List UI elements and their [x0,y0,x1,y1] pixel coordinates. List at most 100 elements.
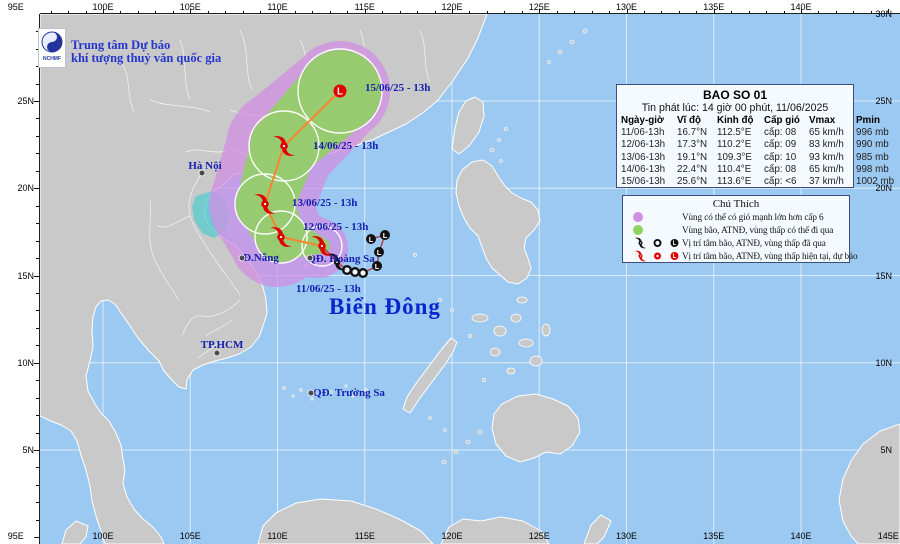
legend-icons: L [626,248,682,264]
past-circle-open-symbol [358,268,368,278]
table-col-header: Kinh độ [717,115,754,126]
axis-tick [34,275,39,277]
legend-lcircle-glyph: L [670,239,679,247]
agency-logo: NCHMF [38,28,66,68]
axis-tick [36,467,39,469]
axis-tick [36,502,39,504]
agency-name-line2: khí tượng thuỷ văn quốc gia [71,51,222,65]
axis-tick [36,258,39,260]
axis-tick [539,9,541,14]
legend-item-label: Vị trí tâm bão, ATNĐ, vùng thấp hiện tại… [682,250,858,261]
axis-label-bottom: 105E [179,531,201,541]
axis-tick [36,240,39,242]
past-lcircle-symbol: L [380,230,390,240]
axis-tick [783,11,785,14]
axis-tick [260,11,262,14]
table-cell: 13/06-13h [621,151,666,163]
table-cell: 998 mb [856,163,889,175]
track-date-label: 14/06/25 - 13h [313,140,379,152]
axis-label-left: 5N [22,445,34,455]
table-cell: cấp: 08 [764,163,797,175]
legend-item: L Vị trí tâm bão, ATNĐ, vùng thấp hiện t… [626,248,858,264]
axis-label-bottom: 110E [267,531,288,541]
track-date-label: 15/06/25 - 13h [365,82,431,94]
axis-tick [643,11,645,14]
axis-tick [242,11,244,14]
axis-tick [137,11,139,14]
table-cell: 113.6°E [717,176,752,188]
axis-tick [36,118,39,120]
svg-text:L: L [383,231,388,240]
axis-label-right: 30N [875,8,892,19]
axis-tick [36,292,39,294]
axis-tick [801,9,802,14]
axis-tick [36,380,39,382]
legend-lcircle-icon: L [670,251,679,260]
axis-label-bottom: 120E [441,531,463,541]
place-label: QĐ. Hoàng Sa [307,253,375,265]
table-cell: 110.2°E [717,139,752,151]
axis-tick [155,11,157,14]
legend-item-label: Vùng có thể có gió mạnh lớn hơn cấp 6 [682,212,824,223]
axis-label-bottom: 95E [7,531,24,541]
axis-label-right: 10N [875,357,892,368]
table-col-header: Pmin [856,115,880,126]
forecast-table-rows: 11/06-13h 16.7°N 112.5°E cấp: 08 65 km/h 996 … [621,127,894,188]
axis-label-bottom: 140E [790,531,812,541]
axis-tick [870,11,872,14]
forecast-table-row: 11/06-13h 16.7°N 112.5°E cấp: 08 65 km/h 996 … [621,127,889,139]
axis-tick [574,11,576,14]
axis-tick [36,432,39,434]
legend-circle-dot-icon [653,252,662,260]
axis-tick [486,11,488,14]
axis-tick [521,11,523,14]
axis-tick [120,11,122,14]
axis-tick [696,11,698,14]
place-marker-dot [306,254,314,262]
axis-tick [661,11,663,14]
axis-tick [36,205,39,207]
table-cell: 109.3°E [717,151,752,163]
axis-label-bottom: 145E [877,531,899,541]
axis-label-right: 15N [875,270,892,281]
axis-tick [36,519,39,521]
axis-tick [312,11,314,14]
axis-tick [34,101,39,102]
table-cell: 990 mb [856,139,889,151]
table-cell: 17.3°N [677,139,708,151]
table-cell: cấp: 08 [764,127,797,139]
legend-area-swatch [633,225,643,236]
place-marker-dot [307,389,315,397]
table-cell: 110.4°E [717,163,752,175]
map-canvas: L L L L L [40,14,900,544]
svg-text:L: L [673,254,677,260]
forecast-table-row: 14/06-13h 22.4°N 110.4°E cấp: 08 65 km/h 998 … [621,163,889,176]
storm-forecast-map: L L L L L 95E 100E 105E 110E 115E 120E 1… [0,0,900,544]
table-cell: 83 km/h [809,139,844,151]
place-marker-dot [213,349,221,357]
table-cell: 11/06-13h [621,127,665,139]
axis-tick [36,170,39,172]
axis-tick [469,11,471,14]
track-date-label: 13/06/25 - 13h [292,197,358,209]
table-cell: 15/06-13h [621,176,666,188]
axis-label-left: 20N [17,183,34,194]
axis-tick [347,11,349,14]
axis-label-bottom: 135E [703,531,725,541]
past-circle-open-symbol [350,267,360,277]
axis-label-bottom: 115E [354,531,375,541]
axis-tick [835,11,837,14]
axis-tick [50,11,52,14]
axis-tick [36,83,39,85]
axis-tick [434,11,436,14]
track-date-label: 11/06/25 - 13h [296,283,361,295]
table-col-header: Ngày-giờ [621,115,664,126]
axis-tick [36,327,39,329]
legend-area-swatch [633,212,643,223]
axis-tick [748,11,750,14]
forecast-table-header: Ngày-giờ Vĩ độ Kinh độ Cấp gió Vmax Pmin [621,115,880,127]
axis-tick [68,11,70,14]
axis-tick [504,11,506,14]
axis-label-right: 25N [875,96,892,106]
table-cell: 112.5°E [717,127,752,139]
